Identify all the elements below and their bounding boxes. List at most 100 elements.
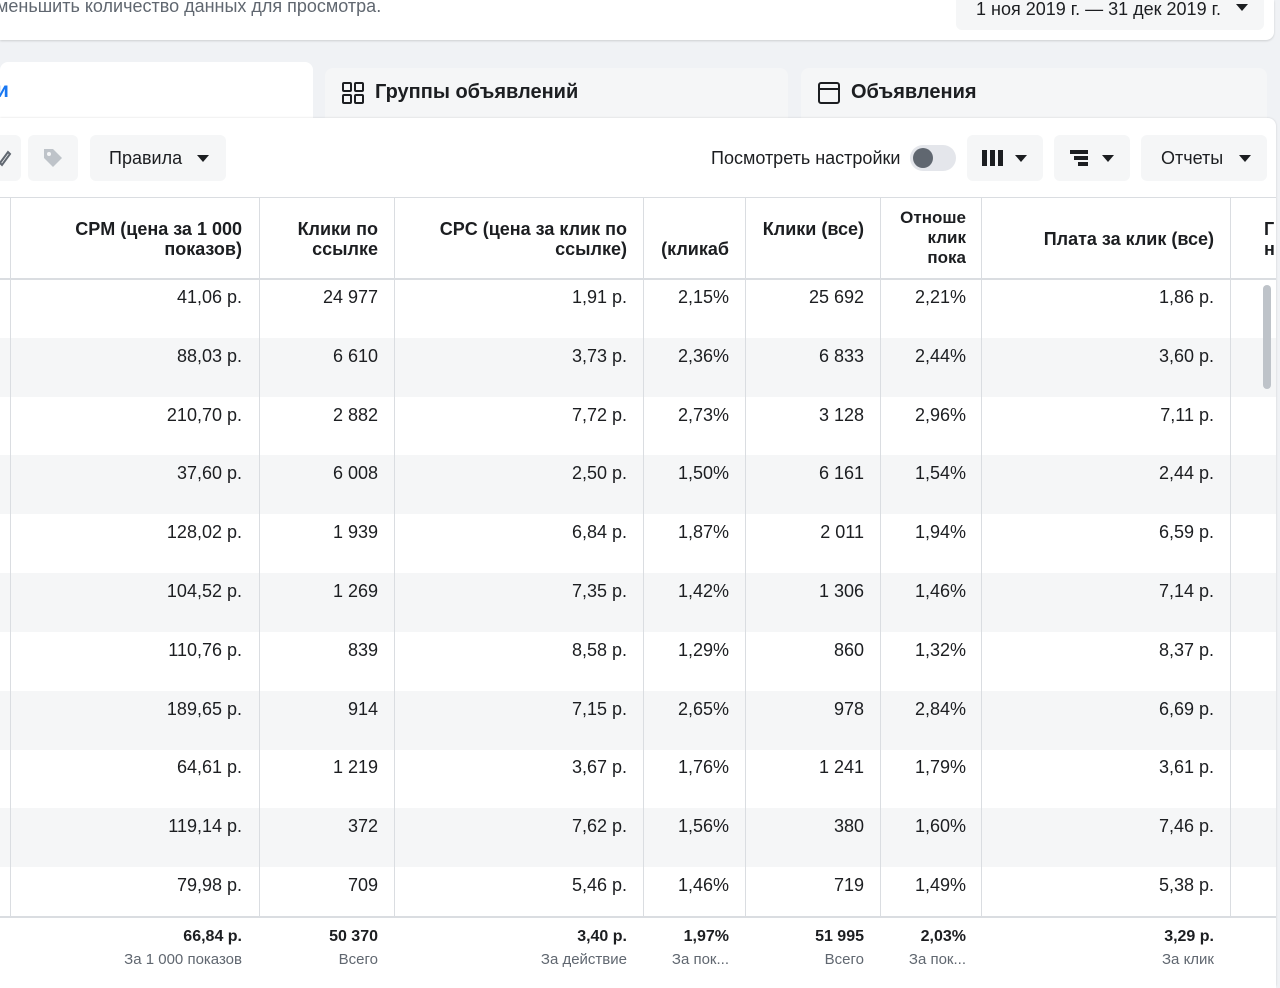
table-row[interactable]: 110,76 р. 839 8,58 р. 1,29% 860 1,32% 8,37 р. bbox=[0, 632, 1276, 691]
cell-cpc: 2,50 р. bbox=[571, 463, 627, 484]
cell-link-clicks: 6 008 bbox=[332, 463, 378, 484]
cell-cpc-all: 7,11 р. bbox=[1160, 404, 1214, 425]
cell-cpm: 128,02 р. bbox=[166, 522, 242, 543]
columns-icon bbox=[982, 150, 1003, 166]
table-row[interactable]: 41,06 р. 24 977 1,91 р. 2,15% 25 692 2,21% 1,8… bbox=[0, 279, 1276, 338]
rules-label: Правила bbox=[109, 148, 183, 168]
tab-campaigns[interactable]: и bbox=[0, 62, 313, 122]
column-divider bbox=[745, 197, 746, 986]
cell-link-clicks: 1 939 bbox=[332, 522, 378, 543]
chevron-down-icon bbox=[1239, 155, 1251, 162]
cell-ctr-all: 1,79% bbox=[914, 757, 966, 778]
cell-ctr-all: 2,84% bbox=[914, 698, 966, 719]
cell-cpc-all: 1,86 р. bbox=[1158, 287, 1214, 307]
total-value-ctr-all: 2,03% bbox=[920, 928, 966, 945]
cell-ctr: 1,50% bbox=[677, 463, 729, 484]
total-label-link-clicks: Всего bbox=[338, 951, 378, 968]
table-row[interactable]: 88,03 р. 6 610 3,73 р. 2,36% 6 833 2,44% 3,60 … bbox=[0, 337, 1276, 397]
reports-button[interactable]: Отчеты bbox=[1141, 135, 1267, 181]
cell-ctr-all: 1,49% bbox=[914, 875, 966, 895]
total-value-cpc-all: 3,29 р. bbox=[1164, 928, 1214, 945]
cell-ctr: 2,15% bbox=[677, 287, 729, 307]
cell-cpc-all: 6,69 р. bbox=[1158, 698, 1214, 719]
cell-link-clicks: 1 219 bbox=[332, 757, 378, 778]
cell-ctr: 1,46% bbox=[677, 875, 729, 895]
edit-button[interactable] bbox=[0, 135, 21, 181]
chevron-down-icon bbox=[197, 155, 209, 162]
column-header-ctr-all[interactable]: Отноше клик пока bbox=[893, 208, 966, 268]
view-settings-toggle[interactable] bbox=[910, 145, 956, 171]
cell-clicks-all: 3 128 bbox=[818, 404, 864, 425]
cell-clicks-all: 2 011 bbox=[820, 522, 864, 543]
total-label-cpc-all: За клик bbox=[1162, 951, 1214, 968]
column-header-ctr[interactable]: (кликаб bbox=[655, 239, 729, 259]
total-label-ctr: За пок... bbox=[671, 951, 729, 968]
cell-ctr-all: 1,32% bbox=[914, 639, 966, 660]
vertical-scrollbar[interactable] bbox=[1263, 285, 1271, 389]
cell-cpm: 64,61 р. bbox=[176, 757, 242, 778]
cell-link-clicks: 709 bbox=[347, 875, 378, 895]
cell-clicks-all: 380 bbox=[833, 816, 864, 837]
toggle-knob bbox=[913, 148, 933, 168]
cell-ctr-all: 1,94% bbox=[914, 522, 966, 543]
cell-cpm: 110,76 р. bbox=[168, 639, 242, 660]
cell-cpm: 41,06 р. bbox=[176, 287, 242, 307]
column-header-cut[interactable]: Г н bbox=[1264, 219, 1280, 259]
table-row[interactable]: 104,52 р. 1 269 7,35 р. 1,42% 1 306 1,46% 7,14… bbox=[0, 573, 1276, 632]
tag-button[interactable] bbox=[28, 135, 78, 181]
pencil-icon bbox=[0, 150, 12, 167]
tab-ad-sets[interactable]: Группы объявлений bbox=[325, 68, 788, 118]
table-row[interactable]: 37,60 р. 6 008 2,50 р. 1,50% 6 161 1,54% 2,44 … bbox=[0, 455, 1276, 515]
cell-ctr-all: 1,60% bbox=[914, 816, 966, 837]
cell-cpc-all: 5,38 р. bbox=[1158, 875, 1214, 895]
total-value-cpm: 66,84 р. bbox=[183, 928, 242, 945]
breakdown-button[interactable] bbox=[1054, 135, 1130, 181]
table-row[interactable]: 210,70 р. 2 882 7,72 р. 2,73% 3 128 2,96% 7,11… bbox=[0, 397, 1276, 456]
tag-icon bbox=[44, 149, 62, 167]
column-header-link-clicks[interactable]: Клики по ссылке bbox=[270, 219, 378, 259]
cell-clicks-all: 25 692 bbox=[808, 287, 864, 307]
chevron-down-icon bbox=[1102, 155, 1114, 162]
column-header-cpc[interactable]: CPC (цена за клик по ссылке) bbox=[404, 219, 627, 259]
cell-link-clicks: 914 bbox=[347, 698, 378, 719]
rules-button[interactable]: Правила bbox=[90, 135, 226, 181]
cell-cpc: 1,91 р. bbox=[571, 287, 627, 307]
table-row[interactable]: 64,61 р. 1 219 3,67 р. 1,76% 1 241 1,79% 3,61 … bbox=[0, 749, 1276, 808]
cell-cpc-all: 3,61 р. bbox=[1158, 757, 1214, 778]
total-label-clicks-all: Всего bbox=[824, 951, 864, 968]
cell-cpc-all: 7,14 р. bbox=[1158, 581, 1214, 601]
tab-ads[interactable]: Объявления bbox=[801, 68, 1267, 118]
table-row[interactable]: 128,02 р. 1 939 6,84 р. 1,87% 2 011 1,94% 6,59… bbox=[0, 514, 1276, 573]
cell-ctr: 1,56% bbox=[677, 816, 729, 837]
cell-link-clicks: 6 610 bbox=[332, 345, 378, 366]
column-header-cpc-all[interactable]: Плата за клик (все) bbox=[992, 229, 1214, 249]
columns-button[interactable] bbox=[967, 135, 1043, 181]
cell-cpm: 210,70 р. bbox=[166, 404, 242, 425]
column-divider bbox=[643, 197, 644, 986]
cell-clicks-all: 719 bbox=[833, 875, 864, 895]
column-divider bbox=[880, 197, 881, 986]
cell-cpc: 5,46 р. bbox=[571, 875, 627, 895]
total-value-link-clicks: 50 370 bbox=[329, 928, 378, 945]
chevron-down-icon bbox=[1236, 4, 1248, 11]
cell-ctr-all: 1,54% bbox=[914, 463, 966, 484]
chevron-down-icon bbox=[1015, 155, 1027, 162]
cell-cpc: 3,67 р. bbox=[571, 757, 627, 778]
column-divider bbox=[981, 197, 982, 986]
cell-clicks-all: 1 241 bbox=[818, 757, 864, 778]
cell-clicks-all: 860 bbox=[833, 639, 864, 660]
cell-ctr-all: 2,44% bbox=[914, 345, 966, 366]
column-header-cpm[interactable]: CPM (цена за 1 000 показов) bbox=[20, 219, 242, 259]
cell-ctr: 2,65% bbox=[677, 698, 729, 719]
cell-cpc: 3,73 р. bbox=[571, 345, 627, 366]
table-row[interactable]: 189,65 р. 914 7,15 р. 2,65% 978 2,84% 6,69 р. bbox=[0, 690, 1276, 750]
date-range-picker[interactable]: 1 ноя 2019 г. — 31 дек 2019 г. bbox=[956, 0, 1264, 30]
cell-cpc: 7,72 р. bbox=[571, 404, 627, 425]
cell-clicks-all: 6 833 bbox=[818, 345, 864, 366]
column-header-clicks-all[interactable]: Клики (все) bbox=[760, 219, 864, 239]
table-row[interactable]: 119,14 р. 372 7,62 р. 1,56% 380 1,60% 7,46 р. bbox=[0, 808, 1276, 868]
reports-label: Отчеты bbox=[1161, 148, 1224, 168]
totals-row: 66,84 р. За 1 000 показов 50 370 Всего 3,40 … bbox=[0, 916, 1276, 988]
column-divider bbox=[10, 197, 11, 986]
cell-cpm: 189,65 р. bbox=[166, 698, 242, 719]
